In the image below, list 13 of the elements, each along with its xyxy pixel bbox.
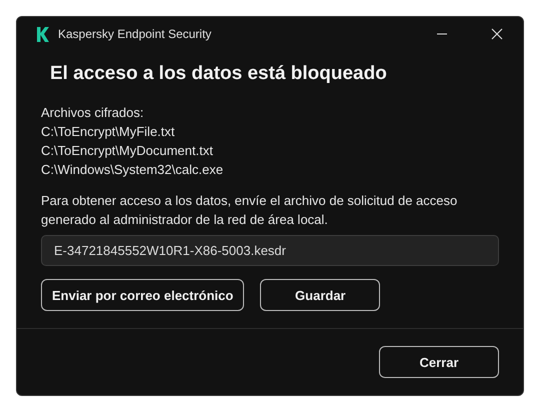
files-label: Archivos cifrados: — [41, 104, 144, 122]
dialog-heading: El acceso a los datos está bloqueado — [50, 62, 388, 86]
close-button[interactable]: Cerrar — [379, 346, 499, 378]
window-title: Kaspersky Endpoint Security — [58, 27, 212, 41]
file-path: C:\Windows\System32\calc.exe — [41, 161, 224, 179]
file-path: C:\ToEncrypt\MyDocument.txt — [41, 142, 213, 160]
instructions-text: Para obtener acceso a los datos, envíe el archivo de solicitud de acceso generado al administrador de la red de área local. — [41, 192, 458, 229]
k-logo-icon — [37, 26, 49, 42]
action-button[interactable]: Enviar por correo electrónico — [41, 279, 244, 311]
close-icon[interactable] — [491, 28, 503, 40]
action-button[interactable]: Guardar — [260, 279, 380, 311]
request-file-field[interactable]: E-34721845552W10R1-X86-5003.kesdr — [41, 235, 499, 266]
file-path: C:\ToEncrypt\MyFile.txt — [41, 123, 175, 141]
